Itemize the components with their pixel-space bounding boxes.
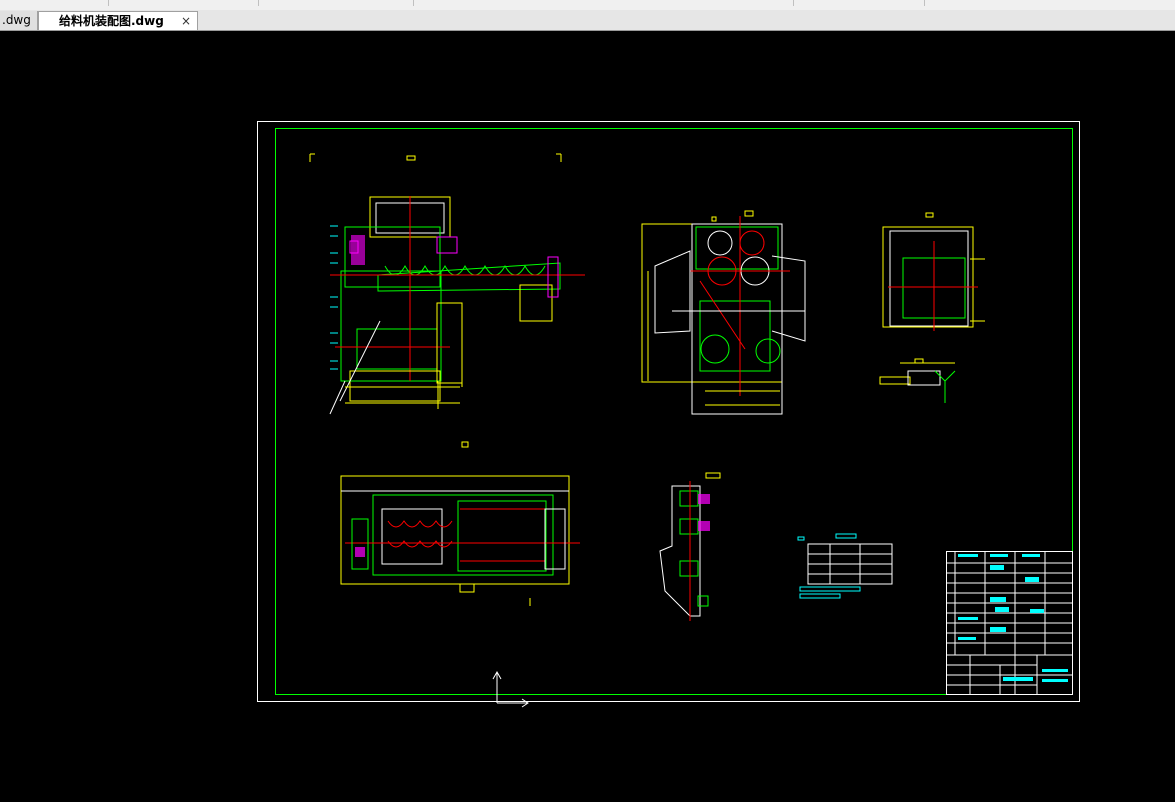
drawing-svg: [257, 121, 1080, 708]
close-icon[interactable]: ×: [181, 12, 191, 30]
drawing-canvas[interactable]: [0, 31, 1175, 802]
corner-marks: [309, 153, 562, 162]
shaft-detail-view: [879, 358, 956, 403]
notes-block: [797, 533, 893, 599]
square-section-view: [882, 212, 985, 331]
menu-separator: [793, 0, 794, 6]
drawing-border: [275, 128, 1073, 695]
gear-front-view: [641, 210, 806, 415]
menu-separator: [108, 0, 109, 6]
title-block: [946, 551, 1073, 695]
file-tab-inactive[interactable]: .dwg: [0, 11, 38, 30]
file-tab-bar: .dwg 给料机装配图.dwg ×: [0, 10, 1175, 31]
sheet-frame: [257, 121, 1080, 702]
main-side-view: [329, 196, 585, 415]
file-tab-label: .dwg: [2, 13, 31, 27]
menu-separator: [413, 0, 414, 6]
file-tab-active[interactable]: 给料机装配图.dwg ×: [38, 11, 198, 30]
vertical-section-view: [659, 472, 721, 621]
longitudinal-section-view: [340, 441, 580, 606]
file-tab-label: 给料机装配图.dwg: [59, 14, 164, 28]
menu-separator: [924, 0, 925, 6]
menu-separator: [258, 0, 259, 6]
